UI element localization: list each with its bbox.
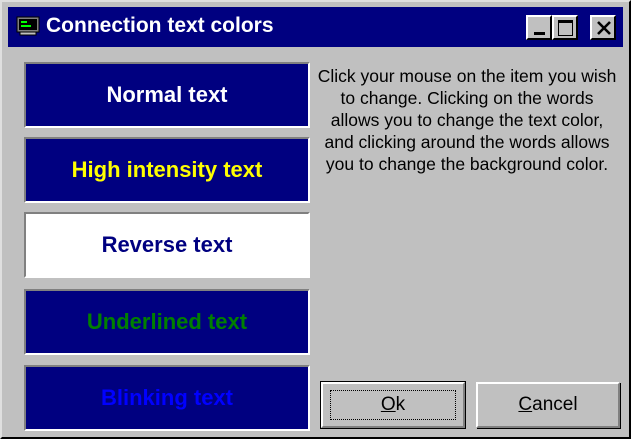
close-button[interactable] (590, 15, 616, 40)
minimize-button[interactable] (526, 15, 552, 40)
close-icon (597, 21, 611, 35)
title-bar[interactable]: Connection text colors (8, 7, 623, 47)
terminal-icon[interactable] (16, 16, 40, 36)
ok-button-label: Ok (329, 390, 457, 420)
sample-reverse-text[interactable]: Reverse text (24, 212, 310, 278)
instructions-text: Click your mouse on the item you wish to… (317, 66, 617, 174)
cancel-button-label: Cancel (518, 394, 578, 415)
sample-high-intensity-text[interactable]: High intensity text (24, 137, 310, 203)
sample-blinking-text-label[interactable]: Blinking text (101, 385, 233, 411)
connection-text-colors-dialog: Connection text colors Normal text High … (0, 0, 631, 439)
sample-underlined-text[interactable]: Underlined text (24, 289, 310, 355)
maximize-button[interactable] (552, 15, 578, 40)
sample-normal-text[interactable]: Normal text (24, 62, 310, 128)
sample-normal-text-label[interactable]: Normal text (106, 82, 227, 108)
sample-underlined-text-label[interactable]: Underlined text (87, 309, 247, 335)
ok-button[interactable]: Ok (320, 381, 466, 429)
cancel-button[interactable]: Cancel (476, 382, 620, 428)
sample-reverse-text-label[interactable]: Reverse text (102, 232, 233, 258)
window-title: Connection text colors (46, 14, 274, 37)
sample-blinking-text[interactable]: Blinking text (24, 365, 310, 431)
sample-high-intensity-text-label[interactable]: High intensity text (72, 157, 263, 183)
